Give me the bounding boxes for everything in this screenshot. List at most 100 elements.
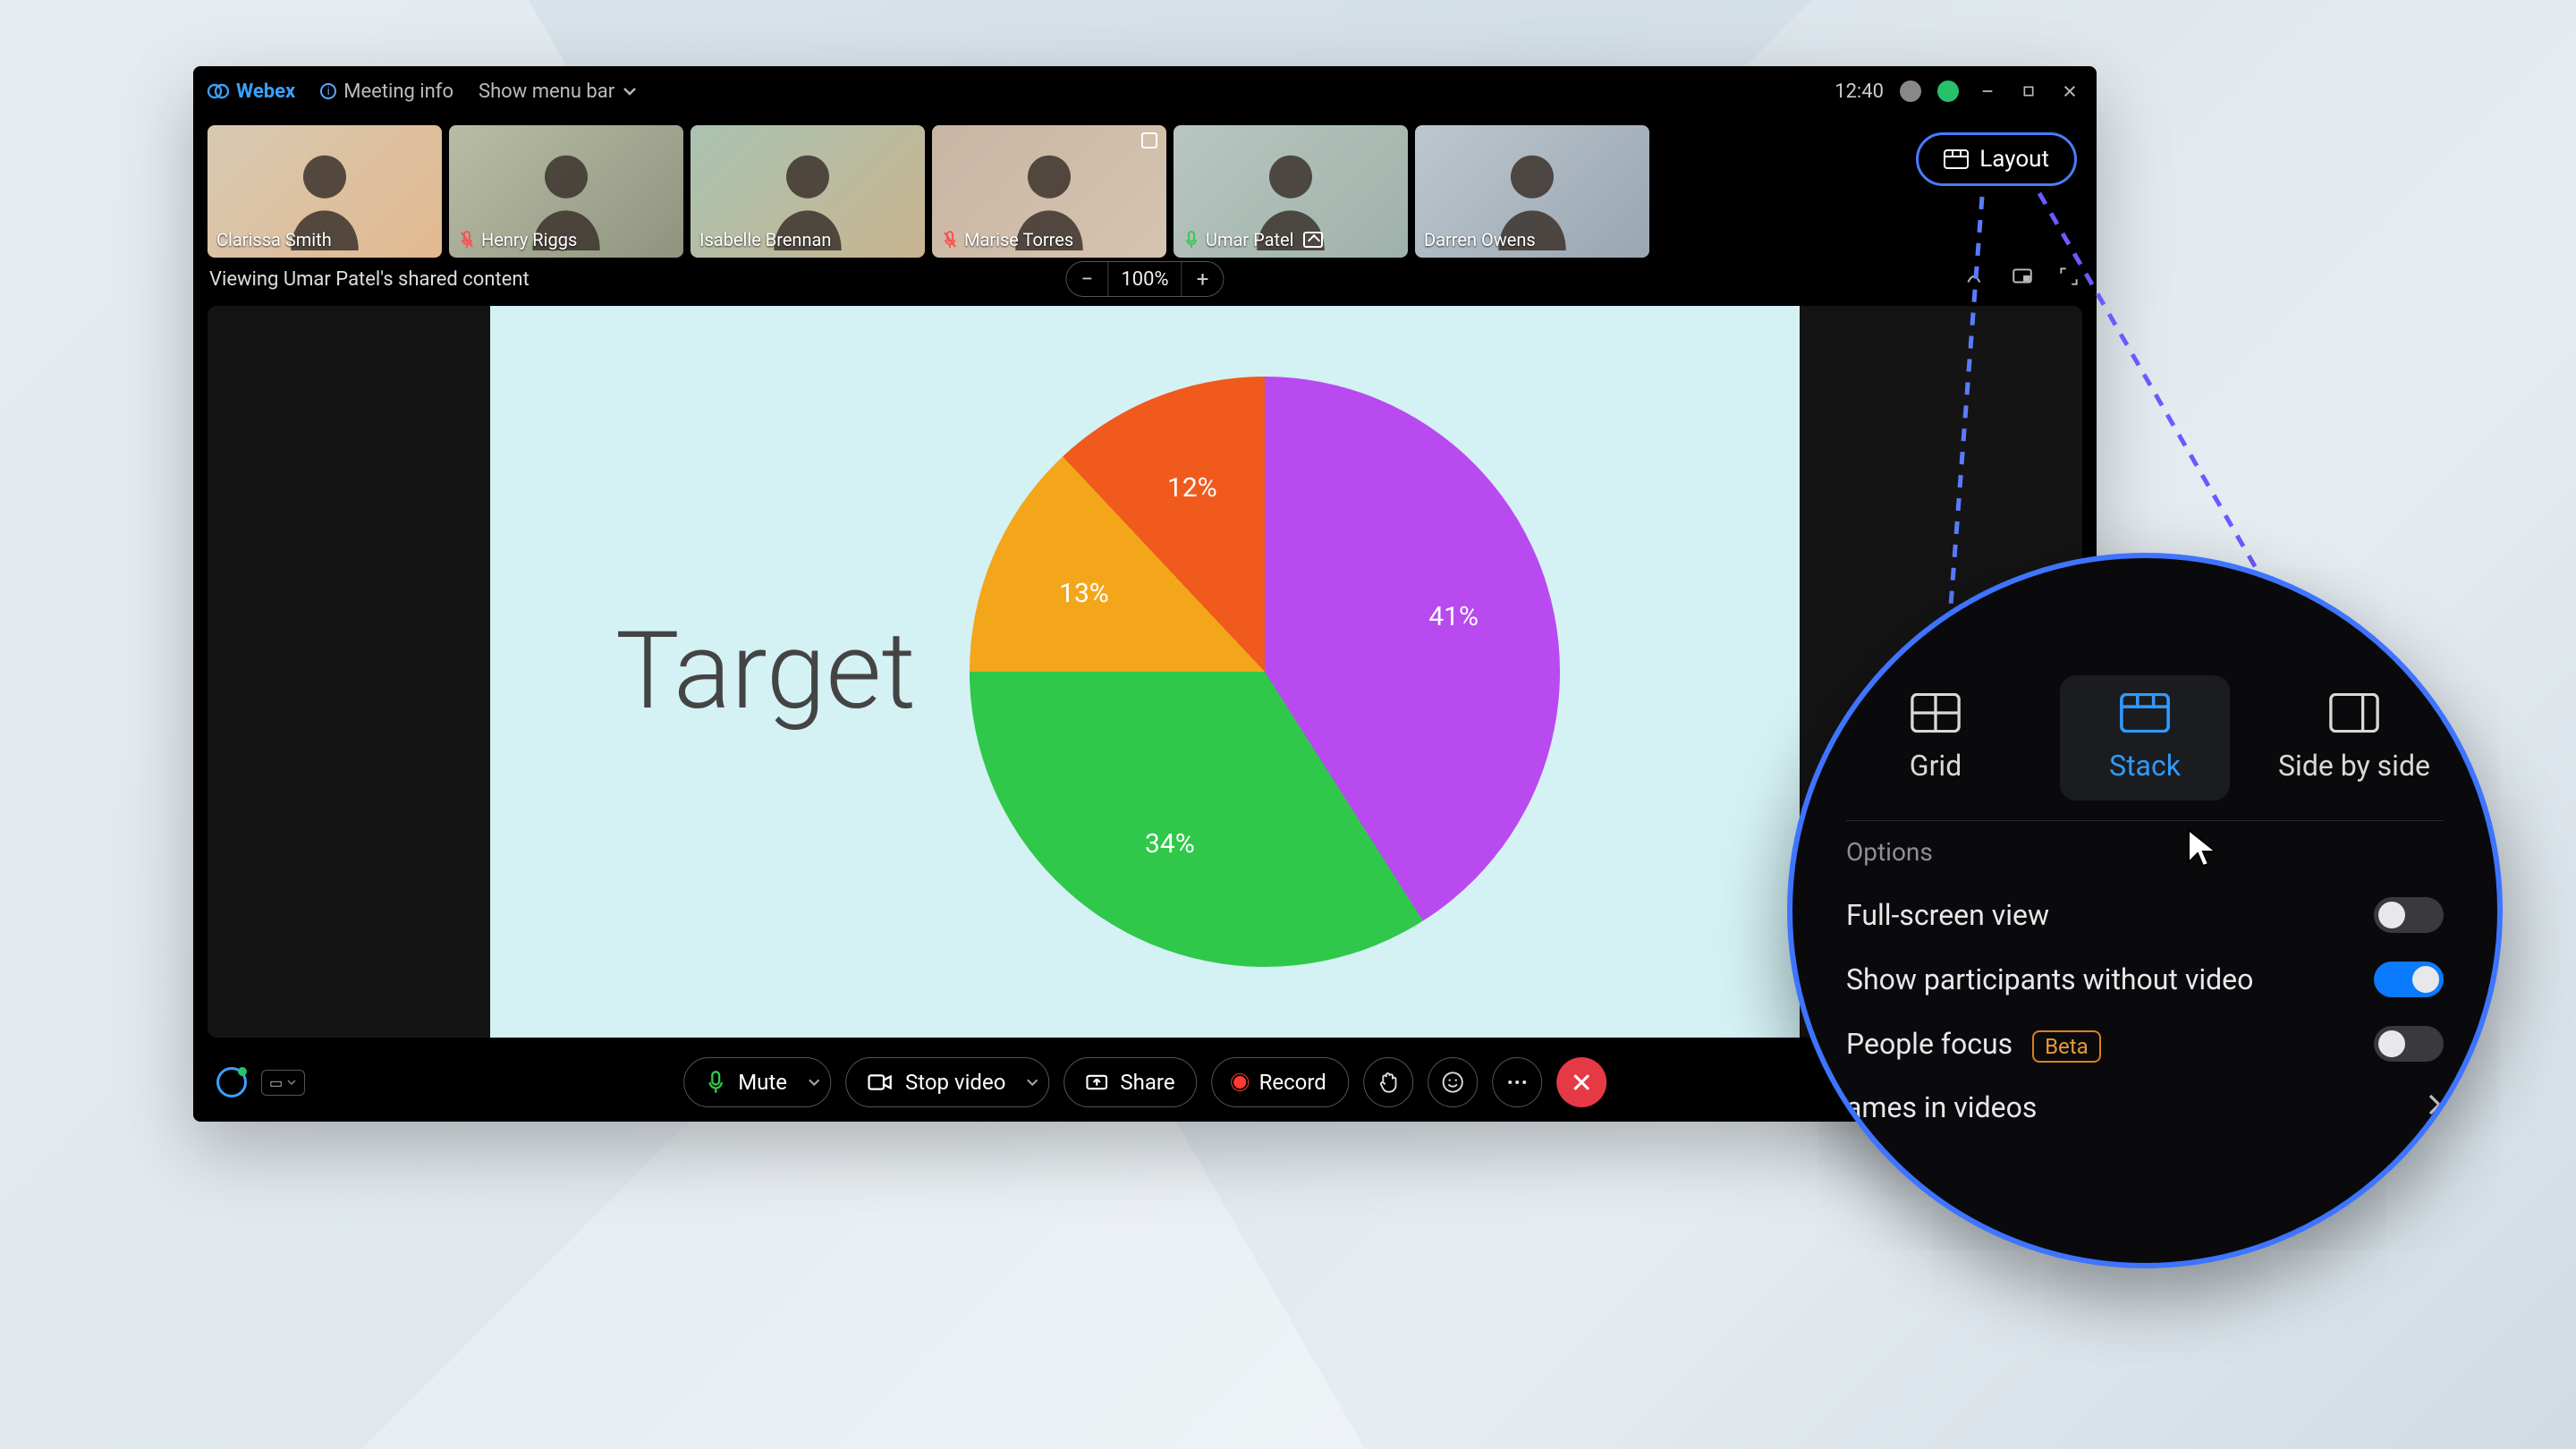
participant-name: Henry Riggs	[481, 229, 577, 250]
participant-name: Clarissa Smith	[216, 229, 332, 250]
layout-option-grid-label: Grid	[1910, 749, 1962, 783]
show-no-video-label: Show participants without video	[1846, 962, 2253, 996]
mute-label: Mute	[738, 1070, 787, 1095]
close-icon	[1570, 1071, 1593, 1094]
window-close-button[interactable]	[2057, 79, 2082, 104]
show-no-video-toggle[interactable]	[2374, 962, 2444, 997]
fullscreen-label: Full-screen view	[1846, 898, 2049, 932]
record-icon	[1234, 1076, 1247, 1089]
meeting-info-button[interactable]: i Meeting info	[320, 80, 453, 103]
fullscreen-toggle[interactable]	[2374, 897, 2444, 933]
participant-name: Marise Torres	[964, 229, 1073, 250]
zoom-out-button[interactable]: −	[1066, 261, 1107, 297]
webex-icon	[208, 80, 229, 102]
layout-panel-magnified: ut Grid Stack Side by side Options Full-…	[1787, 553, 2503, 1268]
show-menu-bar-label: Show menu bar	[479, 80, 614, 103]
people-focus-label: People focus	[1846, 1027, 2012, 1061]
titlebar: Webex i Meeting info Show menu bar 12:40	[193, 66, 2097, 116]
mute-button[interactable]: Mute	[683, 1057, 831, 1107]
layout-option-side-label: Side by side	[2278, 749, 2430, 783]
meeting-info-label: Meeting info	[343, 80, 453, 103]
participant-name: Isabelle Brennan	[699, 229, 831, 250]
expand-icon[interactable]	[2057, 265, 2080, 293]
layout-option-stack-label: Stack	[2109, 749, 2181, 783]
mic-muted-icon	[941, 231, 959, 249]
info-icon: i	[320, 83, 336, 99]
smile-icon	[1441, 1071, 1464, 1094]
participant-name: Umar Patel	[1206, 229, 1294, 250]
side-by-side-layout-icon	[2329, 693, 2379, 733]
assistant-icon[interactable]	[216, 1067, 247, 1097]
raise-hand-button[interactable]	[1363, 1057, 1413, 1107]
participant-thumb[interactable]: Darren Owens	[1415, 125, 1649, 258]
share-label: Share	[1120, 1070, 1174, 1095]
pie-slice-label: 13%	[1059, 578, 1109, 609]
zoom-control: − 100% +	[1065, 261, 1224, 297]
chevron-right-icon	[2426, 1090, 2444, 1124]
pie-slice-label: 12%	[1167, 472, 1217, 504]
options-label: Options	[1846, 837, 2444, 867]
layout-option-side[interactable]: Side by side	[2269, 675, 2439, 801]
reactions-button[interactable]	[1428, 1057, 1478, 1107]
window-maximize-button[interactable]	[2016, 79, 2041, 104]
pin-icon	[1141, 132, 1157, 148]
mic-muted-icon	[458, 231, 476, 249]
end-call-button[interactable]	[1556, 1057, 1606, 1107]
participant-name: Darren Owens	[1424, 229, 1536, 250]
participant-thumb[interactable]: Isabelle Brennan	[691, 125, 925, 258]
status-badge-green	[1937, 80, 1959, 102]
share-button[interactable]: Share	[1063, 1057, 1197, 1107]
hand-icon	[1377, 1071, 1399, 1094]
stop-video-button[interactable]: Stop video	[845, 1057, 1049, 1107]
chevron-down-icon[interactable]	[1025, 1075, 1039, 1089]
popout-icon[interactable]	[2011, 265, 2034, 293]
pie-slice-label: 34%	[1145, 828, 1195, 860]
fullscreen-row: Full-screen view	[1846, 883, 2444, 947]
participant-thumb[interactable]: Henry Riggs	[449, 125, 683, 258]
layout-heading-partial: ut	[1862, 621, 2444, 652]
record-label: Record	[1259, 1070, 1326, 1095]
more-options-button[interactable]	[1492, 1057, 1542, 1107]
layout-button[interactable]: Layout	[1916, 132, 2077, 186]
slide-title: Target	[615, 609, 916, 734]
zoom-in-button[interactable]: +	[1182, 261, 1224, 297]
window-minimize-button[interactable]	[1975, 79, 2000, 104]
participant-thumb[interactable]: Marise Torres	[932, 125, 1166, 258]
caption-icon[interactable]: ▭	[261, 1070, 305, 1096]
record-button[interactable]: Record	[1212, 1057, 1349, 1107]
stack-layout-icon	[2120, 693, 2170, 733]
zoom-value: 100%	[1107, 261, 1182, 297]
participant-filmstrip: Clarissa Smith Henry Riggs Isabelle Bren…	[193, 116, 2097, 258]
microphone-icon	[706, 1071, 725, 1094]
status-badge-grey	[1900, 80, 1921, 102]
grid-layout-icon	[1911, 693, 1961, 733]
participant-thumb[interactable]: Umar Patel	[1174, 125, 1408, 258]
layout-option-grid[interactable]: Grid	[1851, 675, 2021, 801]
share-screen-icon	[1086, 1072, 1107, 1092]
pie-chart: 41% 34% 13% 12%	[970, 377, 1560, 967]
shared-slide: Target 41% 34% 13% 12%	[490, 306, 1800, 1038]
ellipsis-icon	[1506, 1079, 1528, 1086]
layout-button-label: Layout	[1979, 146, 2049, 173]
names-in-videos-label: ames in videos	[1846, 1090, 2037, 1124]
cursor-icon	[2184, 826, 2222, 869]
people-focus-row: People focus Beta	[1846, 1012, 2444, 1076]
layout-icon	[1944, 149, 1969, 169]
annotate-icon[interactable]	[1964, 265, 1987, 293]
show-no-video-row: Show participants without video	[1846, 947, 2444, 1012]
viewing-shared-label: Viewing Umar Patel's shared content	[209, 268, 530, 291]
mic-on-icon	[1182, 231, 1200, 249]
camera-icon	[868, 1072, 893, 1092]
participant-thumb[interactable]: Clarissa Smith	[208, 125, 442, 258]
names-in-videos-row[interactable]: ames in videos	[1846, 1076, 2444, 1139]
app-logo: Webex	[208, 80, 295, 103]
chevron-down-icon[interactable]	[807, 1075, 821, 1089]
chevron-down-icon	[622, 83, 638, 99]
show-menu-bar-button[interactable]: Show menu bar	[479, 80, 638, 103]
pie-slice-label: 41%	[1428, 601, 1479, 632]
beta-badge: Beta	[2032, 1030, 2101, 1063]
layout-option-stack[interactable]: Stack	[2060, 675, 2230, 801]
clock: 12:40	[1835, 80, 1884, 103]
share-status-row: Viewing Umar Patel's shared content − 10…	[193, 258, 2097, 301]
people-focus-toggle[interactable]	[2374, 1026, 2444, 1062]
